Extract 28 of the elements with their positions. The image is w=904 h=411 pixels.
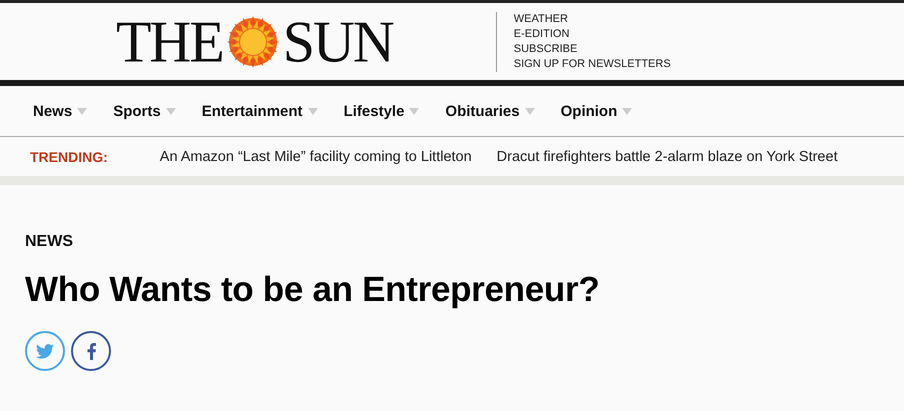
section-label: NEWS [25,233,73,251]
caret-icon[interactable] [622,108,632,114]
header-link[interactable]: E-EDITION [514,27,671,41]
trending-link[interactable]: An Amazon “Last Mile” facility coming to Littleton [160,148,472,164]
nav-link[interactable]: News [33,102,72,120]
article-headline: Who Wants to be an Entrepreneur? [25,269,600,311]
nav-link[interactable]: Entertainment [202,102,303,120]
bird-icon [36,344,54,358]
nav-link[interactable]: Lifestyle [344,102,404,120]
facebook-share-button[interactable] [71,331,111,371]
header-link[interactable]: WEATHER [514,12,671,26]
logo-text: SUN [282,12,393,72]
trending-label: TRENDING: [30,148,108,164]
header-link[interactable]: SIGN UP FOR NEWSLETTERS [514,57,671,71]
caret-icon[interactable] [409,108,420,114]
caret-icon[interactable] [308,108,318,114]
facebook-icon [86,342,96,360]
header-link[interactable]: SUBSCRIBE [514,42,671,56]
logo-text: THE [116,12,223,72]
caret-icon[interactable] [77,108,88,114]
caret-icon[interactable] [166,108,176,114]
sun-icon [226,14,280,68]
trending-link[interactable]: Dracut firefighters battle 2-alarm blaze on York Street [496,148,838,164]
caret-icon[interactable] [524,108,535,114]
nav-link[interactable]: Obituaries [445,102,520,120]
twitter-share-button[interactable] [25,331,65,371]
nav-link[interactable]: Sports [113,102,161,120]
nav-link[interactable]: Opinion [560,102,618,120]
